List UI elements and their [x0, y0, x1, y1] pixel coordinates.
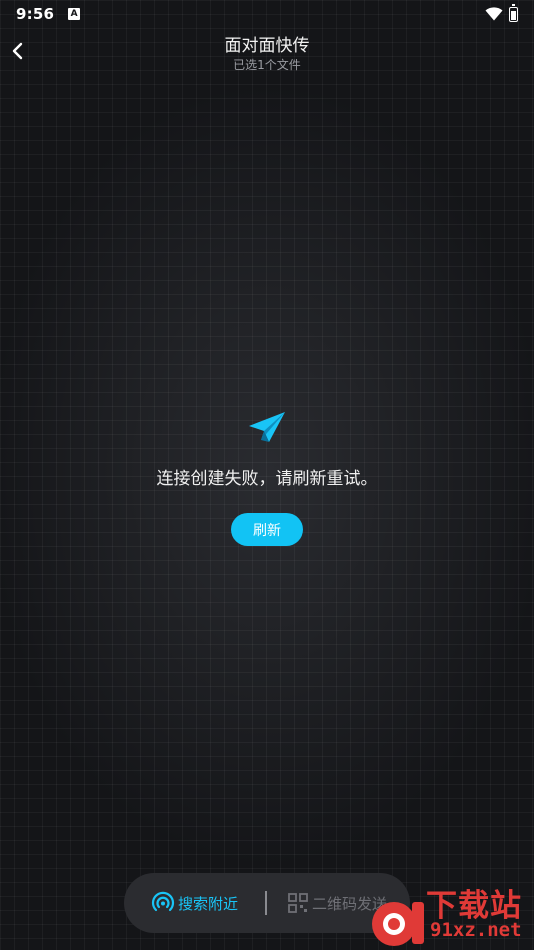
- status-bar: 9:56 A: [0, 0, 534, 28]
- refresh-button-label: 刷新: [253, 522, 281, 539]
- status-icons: [485, 3, 518, 22]
- nearby-signal-icon: [151, 891, 175, 912]
- page-title: 面对面快传: [224, 36, 310, 56]
- search-nearby-label: 搜索附近: [178, 894, 239, 913]
- notification-a-icon: A: [68, 8, 81, 20]
- paper-plane-icon: [249, 412, 285, 442]
- watermark-logo-icon: [372, 902, 424, 946]
- wifi-icon: [485, 7, 503, 21]
- divider: [265, 891, 267, 915]
- watermark: 下载站 91xz.net: [366, 878, 534, 950]
- watermark-url: 91xz.net: [430, 919, 522, 941]
- page-subtitle: 已选1个文件: [233, 58, 301, 72]
- refresh-button[interactable]: 刷新: [231, 513, 303, 546]
- error-message: 连接创建失败，请刷新重试。: [156, 469, 378, 489]
- battery-charging-icon: [509, 3, 518, 22]
- search-nearby-button[interactable]: 搜索附近: [151, 873, 238, 933]
- status-time: 9:56: [16, 5, 55, 23]
- qr-code-icon: [288, 893, 308, 913]
